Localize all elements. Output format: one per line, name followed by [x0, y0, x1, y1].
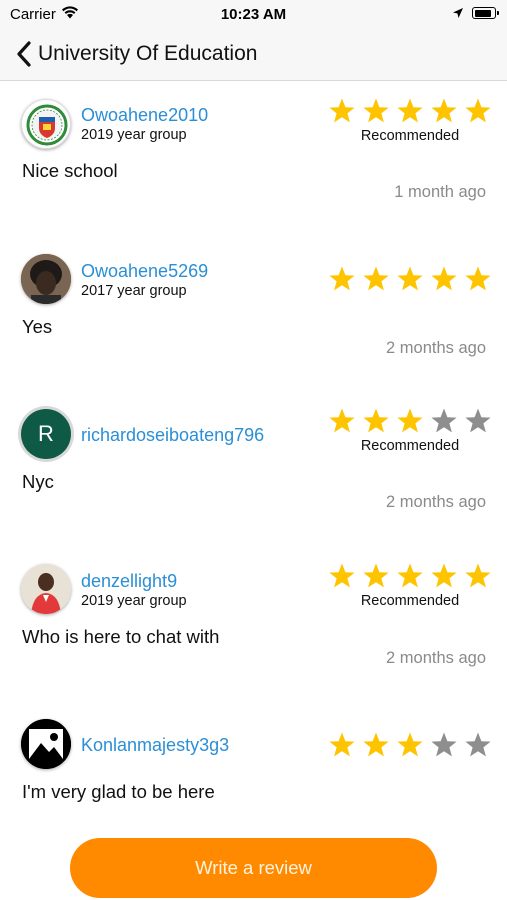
review-timestamp: 1 month ago: [394, 183, 486, 201]
star-filled-icon: [465, 563, 491, 588]
review-username[interactable]: denzellight9: [81, 571, 177, 592]
review-year-group: 2019 year group: [81, 127, 187, 143]
review-text: Nyc: [22, 471, 54, 492]
star-filled-icon: [397, 408, 423, 433]
star-empty-icon: [431, 732, 457, 757]
star-filled-icon: [465, 98, 491, 123]
letter-avatar[interactable]: R: [21, 409, 71, 459]
star-filled-icon: [363, 98, 389, 123]
rating-stars: [328, 407, 492, 437]
star-filled-icon: [363, 408, 389, 433]
star-filled-icon: [363, 732, 389, 757]
star-empty-icon: [431, 408, 457, 433]
review-text: Nice school: [22, 160, 118, 181]
recommended-label: Recommended: [360, 593, 460, 609]
review-timestamp: 2 months ago: [386, 339, 486, 357]
rating-stars: [328, 97, 492, 127]
school-crest-avatar[interactable]: [21, 99, 71, 149]
review-username[interactable]: Konlanmajesty3g3: [81, 735, 229, 756]
star-filled-icon: [397, 563, 423, 588]
rating-stars: [328, 265, 492, 295]
review-username[interactable]: Owoahene5269: [81, 261, 208, 282]
star-filled-icon: [329, 266, 355, 291]
recommended-label: Recommended: [360, 128, 460, 144]
rating-stars: [328, 562, 492, 592]
review-timestamp: 2 months ago: [386, 493, 486, 511]
review-year-group: 2019 year group: [81, 593, 187, 609]
placeholder-image-avatar[interactable]: [21, 719, 71, 769]
clock-time: 10:23 AM: [220, 6, 287, 23]
star-filled-icon: [329, 98, 355, 123]
star-empty-icon: [465, 732, 491, 757]
review-username[interactable]: Owoahene2010: [81, 105, 208, 126]
review-text: I'm very glad to be here: [22, 781, 215, 802]
star-filled-icon: [329, 408, 355, 433]
star-filled-icon: [363, 266, 389, 291]
star-filled-icon: [329, 732, 355, 757]
review-timestamp: 2 months ago: [386, 649, 486, 667]
star-filled-icon: [397, 732, 423, 757]
location-arrow-icon: [452, 6, 464, 24]
star-filled-icon: [431, 266, 457, 291]
navigation-bar: University Of Education: [0, 28, 507, 81]
page-title: University Of Education: [38, 42, 258, 65]
rating-stars: [328, 731, 492, 761]
status-bar: Carrier 10:23 AM: [0, 0, 507, 28]
review-username[interactable]: richardoseiboateng796: [81, 425, 264, 446]
star-filled-icon: [431, 563, 457, 588]
avatar-letter: R: [38, 421, 54, 446]
recommended-label: Recommended: [360, 438, 460, 454]
star-empty-icon: [465, 408, 491, 433]
battery-icon: [472, 7, 499, 19]
review-text: Yes: [22, 316, 53, 337]
star-filled-icon: [431, 98, 457, 123]
chevron-left-icon[interactable]: [14, 40, 34, 68]
star-filled-icon: [397, 98, 423, 123]
write-review-button[interactable]: Write a review: [70, 838, 437, 898]
photo-avatar[interactable]: [21, 564, 71, 614]
star-filled-icon: [363, 563, 389, 588]
star-filled-icon: [465, 266, 491, 291]
review-text: Who is here to chat with: [22, 626, 220, 647]
photo-avatar[interactable]: [21, 254, 71, 304]
star-filled-icon: [329, 563, 355, 588]
review-year-group: 2017 year group: [81, 283, 187, 299]
star-filled-icon: [397, 266, 423, 291]
